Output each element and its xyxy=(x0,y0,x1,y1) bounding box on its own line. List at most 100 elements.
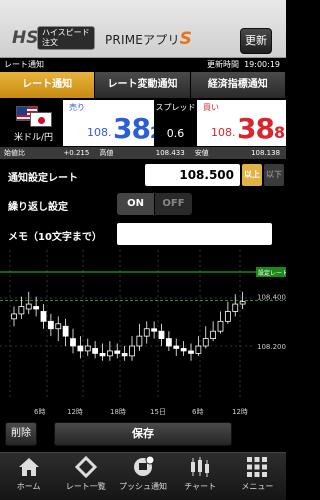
app-header: HS ハイスピード注文 PRIMEアプリS 更新 xyxy=(0,0,286,58)
currency-pair-label: 米ドル/円 xyxy=(14,133,54,143)
delete-button[interactable]: 削除 xyxy=(5,422,37,446)
candle-body xyxy=(165,338,172,347)
nav-push-notify-label: プッシュ通知 xyxy=(119,482,167,491)
candle-body xyxy=(114,350,121,354)
candle-body xyxy=(224,311,231,322)
spread-box: スプレッド 0.6 xyxy=(154,100,197,146)
status-bar: レート通知 更新時間 19:00:19 xyxy=(0,58,286,71)
tab-rate-notify[interactable]: レート通知 xyxy=(0,72,96,98)
rate-list-icon xyxy=(57,453,114,481)
candle-body xyxy=(77,345,84,352)
notify-rate-input[interactable]: 108.500 xyxy=(145,164,240,186)
refresh-button[interactable]: 更新 xyxy=(240,28,272,54)
candle-body xyxy=(158,330,165,339)
spread-value: 0.6 xyxy=(166,127,185,140)
spread-label: スプレッド xyxy=(155,103,196,112)
open-change-value: +0.215 xyxy=(63,149,90,157)
candle-body xyxy=(11,313,17,320)
memo-row: メモ（10文字まで） xyxy=(0,220,286,248)
update-time: 更新時間 19:00:19 xyxy=(207,59,280,70)
candle-body xyxy=(84,345,91,352)
nav-rate-list[interactable]: レート一覧 xyxy=(57,453,114,500)
nav-menu[interactable]: メニュー xyxy=(229,453,286,500)
candle-body xyxy=(239,301,246,305)
high-speed-order-logo[interactable]: HS ハイスピード注文 xyxy=(12,26,98,50)
candle-body xyxy=(18,306,25,315)
nav-push-notify[interactable]: プッシュ通知 xyxy=(114,453,171,500)
sell-price-box[interactable]: 売り 108. 382 xyxy=(63,100,161,146)
candle-body xyxy=(62,325,69,337)
open-change-label: 始値比 xyxy=(4,149,25,157)
candle-body xyxy=(99,353,106,357)
candle-body xyxy=(232,303,239,312)
notification-tabs: レート通知 レート変動通知 経済指標通知 xyxy=(0,72,286,98)
repeat-on-toggle[interactable]: ON xyxy=(117,193,154,215)
memo-label: メモ（10文字まで） xyxy=(8,232,102,243)
low-value: 108.138 xyxy=(251,149,281,157)
candle-body xyxy=(92,348,99,354)
update-time-value: 19:00:19 xyxy=(244,60,280,69)
update-time-label: 更新時間 xyxy=(206,60,239,69)
app-title-text: PRIMEアプリ xyxy=(105,33,180,47)
high-value: 108.433 xyxy=(155,149,185,157)
buy-price-box[interactable]: 買い 108. 388 xyxy=(197,100,286,146)
action-bar: 削除 保存 xyxy=(0,422,286,448)
candle-body xyxy=(136,335,143,347)
buy-label: 買い xyxy=(203,103,219,112)
home-icon xyxy=(0,453,57,481)
hs-logo-icon: HS xyxy=(12,28,39,48)
below-button[interactable]: 以下 xyxy=(264,164,284,186)
candle-body xyxy=(195,345,202,354)
x-tick-label: 6時 xyxy=(192,408,203,416)
candle-body xyxy=(180,348,187,352)
nav-rate-list-label: レート一覧 xyxy=(65,482,106,491)
app-title: PRIMEアプリS xyxy=(105,29,192,49)
nav-home[interactable]: ホーム xyxy=(0,453,57,500)
nav-home-label: ホーム xyxy=(16,482,41,491)
candle-body xyxy=(121,353,128,357)
x-tick-label: 18時 xyxy=(110,408,126,416)
high-label: 高値 xyxy=(99,149,114,157)
nav-chart[interactable]: チャート xyxy=(172,453,229,500)
repeat-off-toggle[interactable]: OFF xyxy=(155,193,192,215)
sell-price-pips: 38 xyxy=(113,112,151,145)
rate-chart[interactable]: 設定レート 108.400 108.200 6時 12時 18時 15日 6時 12時 xyxy=(0,250,286,420)
candle-body xyxy=(33,306,40,310)
candle-body xyxy=(129,345,135,357)
candle-body xyxy=(210,330,217,339)
jp-flag-icon xyxy=(30,112,52,127)
above-button[interactable]: 以上 xyxy=(242,164,262,186)
buy-price-prefix: 108. xyxy=(211,126,236,139)
candle-body xyxy=(217,320,224,332)
x-tick-label: 12時 xyxy=(67,408,83,416)
save-button[interactable]: 保存 xyxy=(54,422,232,446)
bottom-nav: ホーム レート一覧 プッシュ通知 チャート メニュー xyxy=(0,452,286,500)
notify-rate-label: 通知設定レート xyxy=(8,173,78,184)
nav-chart-label: チャート xyxy=(184,482,217,491)
candle-body xyxy=(55,323,62,330)
y-tick-108400: 108.400 xyxy=(257,294,286,302)
notify-rate-row: 通知設定レート 108.500 以上 以下 xyxy=(0,161,286,189)
memo-input[interactable] xyxy=(117,223,272,245)
tab-rate-change-notify[interactable]: レート変動通知 xyxy=(95,72,191,98)
app-title-suffix: S xyxy=(179,29,193,49)
buy-price-fraction: 8 xyxy=(273,123,285,142)
currency-pair[interactable]: 米ドル/円 xyxy=(0,100,62,146)
rate-panel: 米ドル/円 売り 108. 382 スプレッド 0.6 買い 108. 388 xyxy=(0,100,286,146)
repeat-setting-row: 繰り返し設定 ON OFF xyxy=(0,190,286,218)
candle-body xyxy=(173,345,180,349)
candle-body xyxy=(106,350,113,357)
setting-rate-label: 設定レート xyxy=(258,269,286,277)
candle-body xyxy=(40,311,47,322)
tab-economic-indicator-notify[interactable]: 経済指標通知 xyxy=(190,72,286,98)
buy-price-pips: 38 xyxy=(237,112,275,145)
low-label: 安値 xyxy=(194,149,209,157)
candle-body xyxy=(70,338,76,347)
x-tick-label: 6時 xyxy=(34,408,45,416)
candle-body xyxy=(143,328,150,337)
candle-body xyxy=(47,320,54,330)
candle-body xyxy=(188,350,194,354)
repeat-setting-label: 繰り返し設定 xyxy=(8,202,68,213)
candle-body xyxy=(25,303,32,310)
push-notify-icon xyxy=(114,453,171,481)
